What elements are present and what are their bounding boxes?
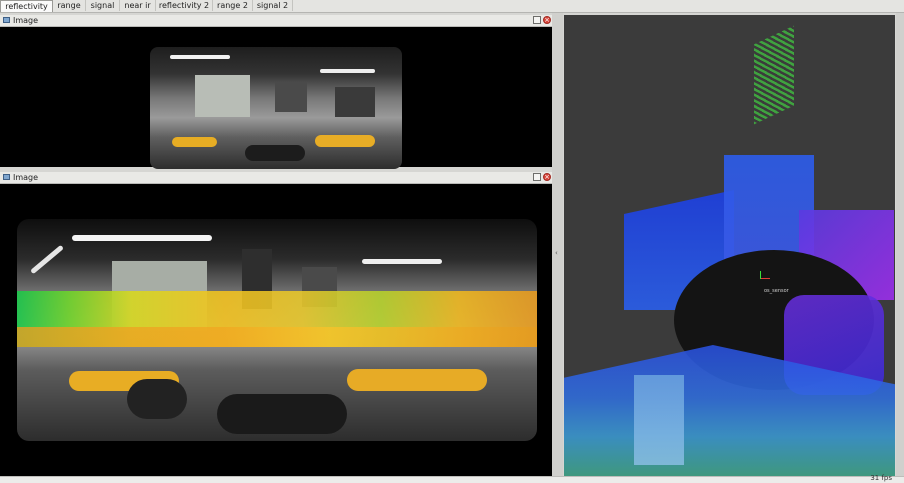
image-icon bbox=[3, 17, 10, 23]
splitter-right[interactable] bbox=[896, 13, 904, 476]
robot-body bbox=[127, 379, 187, 419]
ceiling-light bbox=[362, 259, 442, 264]
point-cluster-green bbox=[754, 25, 794, 125]
tab-range-2[interactable]: range 2 bbox=[213, 0, 253, 11]
close-icon[interactable]: × bbox=[543, 16, 551, 24]
robot-part bbox=[315, 135, 375, 147]
tab-reflectivity-2[interactable]: reflectivity 2 bbox=[156, 0, 213, 11]
equipment bbox=[335, 87, 375, 117]
camera-image-small bbox=[150, 47, 402, 169]
robot-part bbox=[347, 369, 487, 391]
tab-near-ir[interactable]: near ir bbox=[120, 0, 156, 11]
close-icon[interactable]: × bbox=[543, 173, 551, 181]
axis-y bbox=[760, 271, 761, 279]
robot-part bbox=[172, 137, 217, 147]
splitter-handle[interactable]: ‹ bbox=[555, 249, 558, 257]
point-cloud-viewer[interactable] bbox=[564, 15, 895, 476]
lidar-overlay-lower bbox=[17, 327, 537, 347]
panel-titlebar: Image × bbox=[0, 172, 552, 184]
cabinet bbox=[195, 75, 250, 117]
ceiling-light bbox=[72, 235, 212, 241]
tab-reflectivity[interactable]: reflectivity bbox=[0, 0, 53, 12]
panel-title: Image bbox=[13, 173, 39, 182]
ceiling-light bbox=[170, 55, 230, 59]
ceiling-light bbox=[320, 69, 375, 73]
robot-body bbox=[245, 145, 305, 161]
panel-title: Image bbox=[13, 16, 39, 25]
panel-titlebar: Image × bbox=[0, 15, 552, 27]
point-object bbox=[634, 375, 684, 465]
tab-signal-2[interactable]: signal 2 bbox=[253, 0, 293, 11]
float-icon[interactable] bbox=[533, 16, 541, 24]
image-panel-top: Image × bbox=[0, 15, 552, 169]
ceiling-light bbox=[30, 244, 64, 275]
tab-signal[interactable]: signal bbox=[86, 0, 120, 11]
float-icon[interactable] bbox=[533, 173, 541, 181]
camera-image-overlay bbox=[17, 219, 537, 441]
tab-bar: reflectivity range signal near ir reflec… bbox=[0, 0, 904, 13]
splitter-left[interactable]: ‹ bbox=[552, 13, 563, 476]
image-icon bbox=[3, 174, 10, 180]
axis-x bbox=[760, 278, 770, 279]
robot-body bbox=[217, 394, 347, 434]
tab-range[interactable]: range bbox=[53, 0, 86, 11]
equipment bbox=[275, 82, 307, 112]
frame-label: os_sensor bbox=[764, 288, 789, 294]
